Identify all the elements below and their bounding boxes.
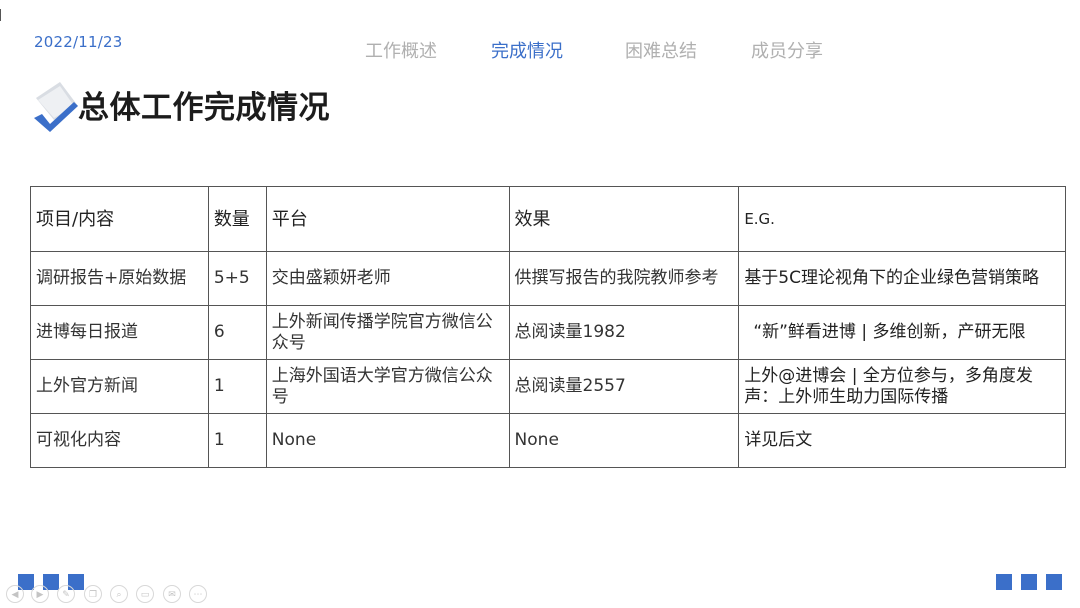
cell-example: 详见后文 [738,413,1066,468]
header-item: 项目/内容 [30,186,209,252]
table-row: 上外官方新闻 1 上海外国语大学官方微信公众号 总阅读量2557 上外@进博会 … [30,359,1066,414]
cell-effect: None [508,413,740,468]
page-title: 总体工作完成情况 [78,90,330,126]
table-row: 调研报告+原始数据 5+5 交由盛颖妍老师 供撰写报告的我院教师参考 基于5C理… [30,251,1066,306]
header-platform: 平台 [265,186,510,252]
text-cursor [0,9,1,21]
screen-icon[interactable]: ▭ [136,585,154,603]
cell-effect: 总阅读量2557 [508,359,740,414]
cell-platform: None [265,413,510,468]
cell-quantity: 6 [207,305,267,360]
cell-effect: 供撰写报告的我院教师参考 [508,251,740,306]
cell-quantity: 5+5 [207,251,267,306]
decor-square [1046,574,1062,590]
cell-item: 调研报告+原始数据 [30,251,209,306]
checkmark-paper-icon [34,82,78,132]
header-example: E.G. [738,186,1066,252]
tab-member-sharing[interactable]: 成员分享 [751,37,823,63]
cell-item: 可视化内容 [30,413,209,468]
tab-difficulties[interactable]: 困难总结 [625,37,697,63]
work-completion-table: 项目/内容 数量 平台 效果 E.G. 调研报告+原始数据 5+5 交由盛颖妍老… [30,186,1066,468]
cell-example: 基于5C理论视角下的企业绿色营销策略 [738,251,1066,306]
table-row: 可视化内容 1 None None 详见后文 [30,413,1066,468]
zoom-icon[interactable]: ⌕ [110,585,128,603]
section-nav: 工作概述 完成情况 困难总结 成员分享 [0,37,1080,63]
prev-icon[interactable]: ◀ [6,585,24,603]
cell-item: 进博每日报道 [30,305,209,360]
cell-quantity: 1 [207,413,267,468]
more-icon[interactable]: ⋯ [189,585,207,603]
cell-example: “新”鲜看进博 | 多维创新，产研无限 [738,305,1066,360]
pen-icon[interactable]: ✎ [57,585,75,603]
cell-example: 上外@进博会 | 全方位参与，多角度发声：上外师生助力国际传播 [738,359,1066,414]
decor-square [996,574,1012,590]
header-quantity: 数量 [207,186,267,252]
header-effect: 效果 [508,186,740,252]
cell-platform: 上海外国语大学官方微信公众号 [265,359,510,414]
cell-item: 上外官方新闻 [30,359,209,414]
cell-effect: 总阅读量1982 [508,305,740,360]
next-icon[interactable]: ▶ [31,585,49,603]
cell-quantity: 1 [207,359,267,414]
table-row: 进博每日报道 6 上外新闻传播学院官方微信公众号 总阅读量1982 “新”鲜看进… [30,305,1066,360]
tab-completion[interactable]: 完成情况 [491,37,563,63]
mail-icon[interactable]: ✉ [163,585,181,603]
table-header-row: 项目/内容 数量 平台 效果 E.G. [30,186,1066,252]
decor-square [1021,574,1037,590]
tab-overview[interactable]: 工作概述 [365,37,437,63]
cell-platform: 上外新闻传播学院官方微信公众号 [265,305,510,360]
cell-platform: 交由盛颖妍老师 [265,251,510,306]
copy-icon[interactable]: ❐ [84,585,102,603]
